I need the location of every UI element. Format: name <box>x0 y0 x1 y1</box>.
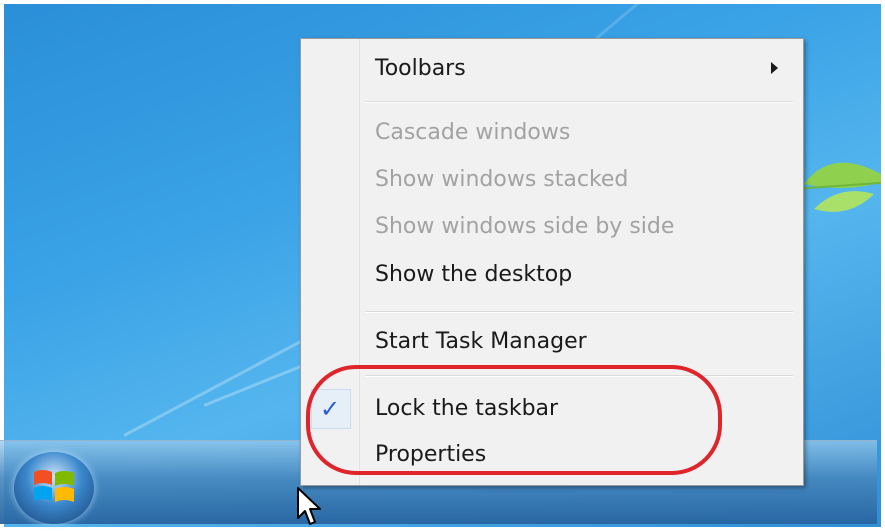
menu-item-show-windows-side-by-side[interactable]: Show windows side by side <box>375 207 674 247</box>
menu-item-show-windows-stacked[interactable]: Show windows stacked <box>375 160 628 200</box>
menu-item-cascade-windows[interactable]: Cascade windows <box>375 113 570 153</box>
red-highlight-ring <box>306 365 722 475</box>
start-button[interactable] <box>14 452 94 524</box>
windows-logo-icon <box>34 470 74 502</box>
menu-separator <box>365 101 793 103</box>
menu-item-toolbars[interactable]: Toolbars <box>375 49 466 89</box>
menu-separator <box>365 311 793 313</box>
menu-item-start-task-manager[interactable]: Start Task Manager <box>375 322 587 362</box>
mouse-pointer-icon <box>297 487 321 525</box>
wallpaper-leaf-graphic <box>794 162 881 212</box>
submenu-arrow-icon <box>771 62 778 74</box>
menu-item-show-the-desktop[interactable]: Show the desktop <box>375 255 572 295</box>
